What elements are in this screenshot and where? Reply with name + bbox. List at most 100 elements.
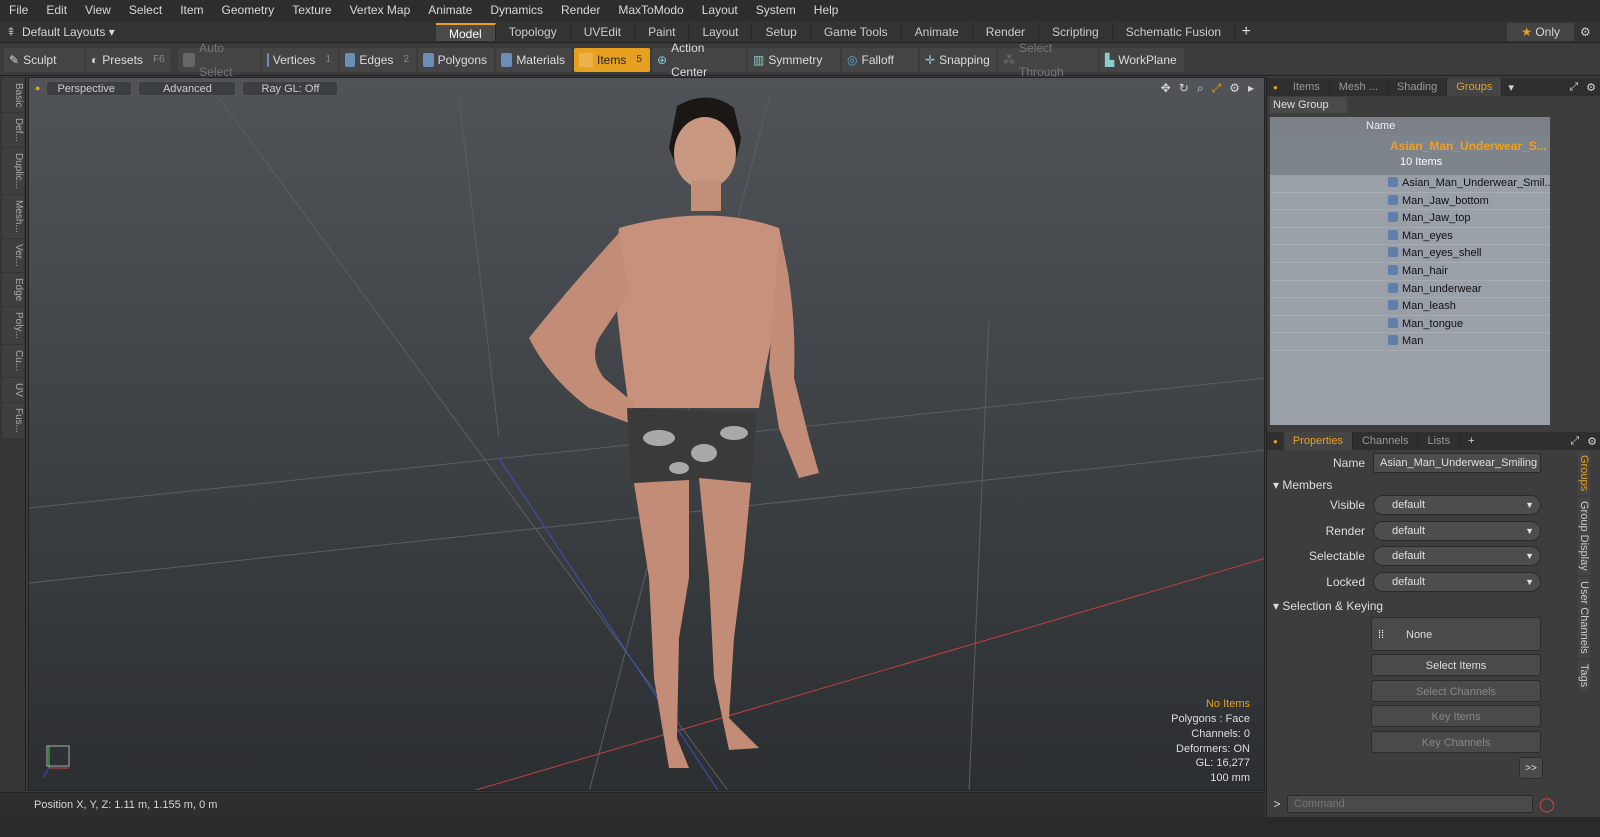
side-tab-group-display[interactable]: Group Display <box>1578 497 1590 575</box>
viewport-menu-dot[interactable]: ● <box>35 83 40 93</box>
command-input[interactable] <box>1287 795 1533 813</box>
group-list[interactable]: Name Asian_Man_Underwear_S... 10 Items A… <box>1270 117 1550 425</box>
left-tab-3[interactable]: Mesh... <box>2 195 24 239</box>
left-tab-7[interactable]: Cu... <box>2 345 24 377</box>
menu-geometry[interactable]: Geometry <box>213 0 284 21</box>
panel-menu-dot[interactable]: ● <box>1267 83 1284 92</box>
character-model[interactable] <box>529 97 819 768</box>
select-through-button[interactable]: ⁂ Select Through <box>998 41 1098 79</box>
left-tab-9[interactable]: Fus... <box>2 402 24 438</box>
tab-schematic-fusion[interactable]: Schematic Fusion <box>1113 22 1236 41</box>
key-items-button[interactable]: Key Items <box>1371 705 1541 727</box>
key-channels-button[interactable]: Key Channels <box>1371 731 1541 753</box>
tab-topology[interactable]: Topology <box>496 22 571 41</box>
tab-groups[interactable]: Groups <box>1447 78 1503 96</box>
more-button[interactable]: >> <box>1519 757 1543 779</box>
menu-animate[interactable]: Animate <box>419 0 481 21</box>
list-item[interactable]: Man_Jaw_top <box>1270 210 1550 228</box>
left-tab-6[interactable]: Poly... <box>2 307 24 345</box>
expand-arrow-icon[interactable]: ▸ <box>1248 81 1254 95</box>
menu-render[interactable]: Render <box>552 0 609 21</box>
menu-edit[interactable]: Edit <box>37 0 76 21</box>
panel-expand-icon[interactable]: ⤢ <box>1565 81 1582 94</box>
list-item[interactable]: Man_underwear <box>1270 281 1550 299</box>
list-item[interactable]: Man_leash <box>1270 298 1550 316</box>
props-gear-icon[interactable]: ⚙ <box>1583 435 1600 448</box>
menu-file[interactable]: File <box>0 0 37 21</box>
menu-dynamics[interactable]: Dynamics <box>481 0 552 21</box>
perspective-button[interactable]: Perspective <box>46 80 133 96</box>
left-tab-8[interactable]: UV <box>2 377 24 402</box>
action-center-button[interactable]: ⊕ Action Center <box>652 41 746 79</box>
tab-properties[interactable]: Properties <box>1283 432 1353 450</box>
list-item[interactable]: Man_Jaw_bottom <box>1270 193 1550 211</box>
tab-shading[interactable]: Shading <box>1388 78 1448 96</box>
raygl-button[interactable]: Ray GL: Off <box>242 80 339 96</box>
select-channels-button[interactable]: Select Channels <box>1371 680 1541 702</box>
vertices-button[interactable]: Vertices 1 <box>262 47 338 72</box>
list-item[interactable]: Man_eyes_shell <box>1270 245 1550 263</box>
side-tab-user-channels[interactable]: User Channels <box>1578 576 1590 658</box>
record-icon[interactable]: ◯ <box>1539 796 1555 813</box>
fit-icon[interactable]: ⤢ <box>1212 81 1222 96</box>
selectable-dropdown[interactable]: default ▼ <box>1373 546 1541 566</box>
gear-icon[interactable]: ⚙ <box>1580 25 1600 39</box>
props-menu-dot[interactable]: ● <box>1267 437 1284 446</box>
symmetry-button[interactable]: ▥ Symmetry <box>748 47 840 72</box>
left-tab-1[interactable]: Def... <box>2 113 24 148</box>
list-item[interactable]: Man_tongue <box>1270 316 1550 334</box>
members-section[interactable]: ▾ Members <box>1273 477 1332 493</box>
menu-maxtomodo[interactable]: MaxToModo <box>609 0 692 21</box>
list-item[interactable]: Man_hair <box>1270 263 1550 281</box>
menu-item[interactable]: Item <box>171 0 212 21</box>
tab-channels[interactable]: Channels <box>1353 432 1419 450</box>
props-expand-icon[interactable]: ⤢ <box>1566 435 1583 448</box>
workplane-button[interactable]: ▙ WorkPlane <box>1100 47 1184 72</box>
list-item[interactable]: Man_eyes <box>1270 228 1550 246</box>
polygons-button[interactable]: Polygons <box>418 47 494 72</box>
none-button[interactable]: ⁞⁞ None <box>1371 617 1541 651</box>
panel-gear-icon[interactable]: ⚙ <box>1582 81 1600 94</box>
side-tab-groups[interactable]: Groups <box>1578 451 1590 496</box>
selection-keying-section[interactable]: ▾ Selection & Keying <box>1273 598 1383 614</box>
new-group-button[interactable]: New Group <box>1270 97 1347 113</box>
edges-button[interactable]: Edges 2 <box>340 47 416 72</box>
tab-animate[interactable]: Animate <box>902 22 973 41</box>
list-item[interactable]: Asian_Man_Underwear_Smil... <box>1270 175 1550 193</box>
render-dropdown[interactable]: default ▼ <box>1373 520 1541 541</box>
add-prop-tab-icon[interactable]: + <box>1460 435 1482 447</box>
menu-texture[interactable]: Texture <box>283 0 340 21</box>
menu-help[interactable]: Help <box>805 0 848 21</box>
locked-dropdown[interactable]: default ▼ <box>1373 571 1541 592</box>
tab-game-tools[interactable]: Game Tools <box>811 22 902 41</box>
only-toggle[interactable]: ★ Only <box>1507 22 1574 41</box>
rotate-icon[interactable]: ↻ <box>1179 81 1189 95</box>
zoom-icon[interactable]: ⌕ <box>1197 81 1204 96</box>
tab-model[interactable]: Model <box>436 22 496 41</box>
tab-mesh[interactable]: Mesh ... <box>1330 78 1388 96</box>
materials-button[interactable]: Materials <box>496 47 572 72</box>
falloff-button[interactable]: ◎ Falloff <box>842 47 918 72</box>
group-root[interactable]: Asian_Man_Underwear_S... 10 Items <box>1270 135 1550 175</box>
items-button[interactable]: Items 5 <box>574 47 650 72</box>
name-field[interactable]: Asian_Man_Underwear_Smiling ( <box>1373 453 1541 473</box>
sculpt-button[interactable]: ✎ Sculpt <box>4 47 84 72</box>
tab-lists[interactable]: Lists <box>1418 432 1461 450</box>
left-tab-4[interactable]: Ver... <box>2 239 24 273</box>
menu-system[interactable]: System <box>747 0 805 21</box>
default-layouts-dropdown[interactable]: Default Layouts ▾ <box>22 25 122 39</box>
tab-items[interactable]: Items <box>1284 78 1330 96</box>
menu-layout[interactable]: Layout <box>693 0 747 21</box>
select-items-button[interactable]: Select Items <box>1371 654 1541 676</box>
menu-view[interactable]: View <box>76 0 120 21</box>
left-tab-0[interactable]: Basic <box>2 78 24 113</box>
tab-setup[interactable]: Setup <box>752 22 811 41</box>
layouts-icon[interactable]: ⇞ <box>0 25 22 39</box>
add-tab-icon[interactable]: + <box>1235 23 1257 41</box>
side-tab-tags[interactable]: Tags <box>1578 659 1590 691</box>
visible-dropdown[interactable]: default ▼ <box>1373 495 1541 515</box>
left-tab-2[interactable]: Duplic... <box>2 148 24 195</box>
tab-uvedit[interactable]: UVEdit <box>571 22 636 41</box>
viewport-gear-icon[interactable]: ⚙ <box>1229 81 1240 95</box>
snapping-button[interactable]: ✛ Snapping <box>920 47 996 72</box>
